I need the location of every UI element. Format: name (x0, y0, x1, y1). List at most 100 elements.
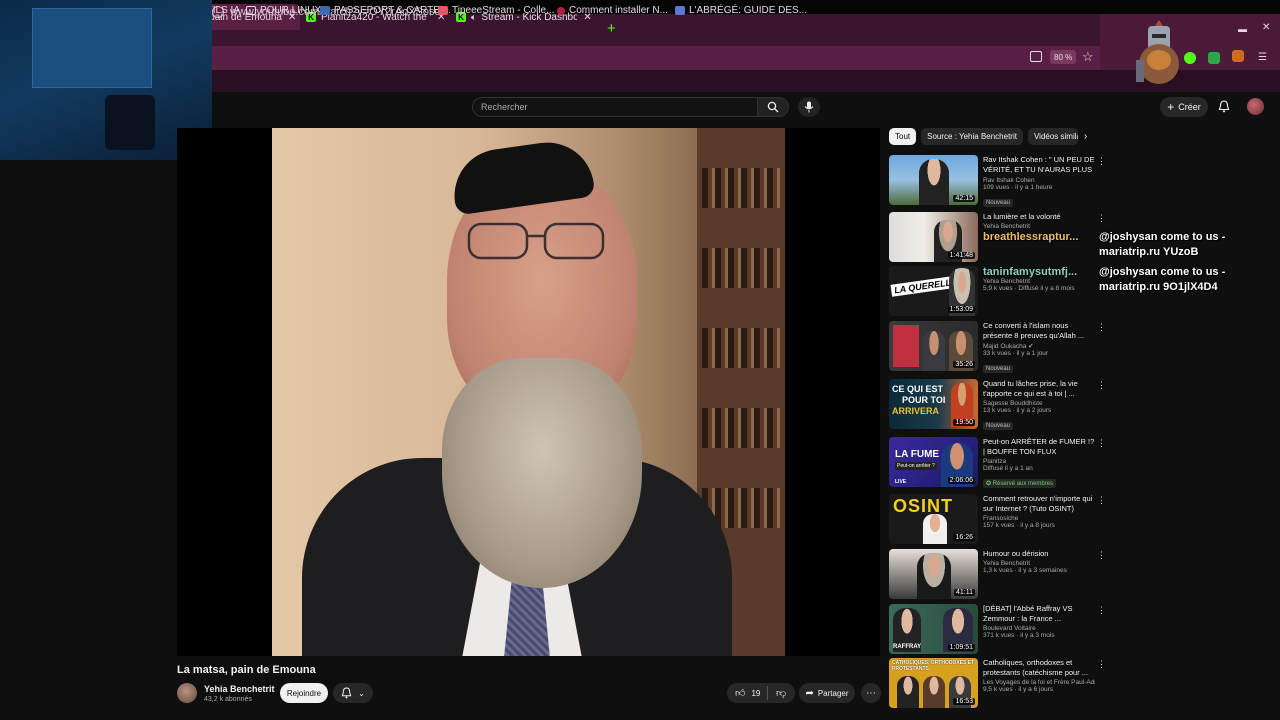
bookmark-passeport[interactable]: PASSEPORT & CARTE ... (320, 5, 451, 16)
thumb-line: POUR TOI (902, 395, 946, 405)
recommendation-item[interactable]: CATHOLIQUES, ORTHODOXES ET PROTESTANTS 1… (889, 658, 1106, 710)
rec-title[interactable]: Quand tu lâches prise, la vie t'apporte … (983, 379, 1095, 399)
video-thumbnail[interactable]: CE QUI EST POUR TOI ARRIVERA 19:50 (889, 379, 978, 429)
search-button[interactable] (757, 97, 789, 117)
join-button[interactable]: Rejoindre (280, 683, 328, 703)
video-thumbnail[interactable]: LA QUERELLE 1:53:09 (889, 266, 978, 316)
account-avatar[interactable] (1247, 98, 1264, 115)
dislike-button[interactable]: 👎︎ (768, 687, 786, 699)
more-vert-icon[interactable]: ⋮ (1097, 550, 1106, 561)
video-thumbnail[interactable]: 42:15 (889, 155, 978, 205)
recommendation-item[interactable]: LA FUME Peut-on arrêter ? LIVE 2:06:06 P… (889, 437, 1106, 489)
more-vert-icon[interactable]: ⋮ (1097, 659, 1106, 670)
rec-channel[interactable]: Fransosiche (983, 515, 1095, 522)
create-button[interactable]: + Créer (1160, 97, 1208, 117)
rec-title[interactable]: Peut-on ARRÊTER de FUMER !? | BOUFFE TON… (983, 437, 1095, 457)
extension-puzzle-icon[interactable] (1208, 52, 1220, 64)
bookmark-label: POUR LINUX (260, 5, 322, 16)
channel-name[interactable]: Yehia Benchetrit (204, 684, 275, 694)
video-thumbnail[interactable]: 35:26 (889, 321, 978, 371)
chip-similar[interactable]: Vidéos simila (1027, 128, 1078, 145)
subscribed-button[interactable]: ⌄ (333, 683, 373, 703)
rec-title[interactable]: La lumière et la volonté (983, 212, 1095, 222)
notifications-button[interactable] (1216, 98, 1232, 114)
recommendation-item[interactable]: 35:26 Ce converti à l'islam nous présent… (889, 321, 1106, 373)
rec-channel[interactable]: Yehia Benchetrit (983, 223, 1095, 230)
more-vert-icon[interactable]: ⋮ (1097, 495, 1106, 506)
bookmark-label: Comment installer N... (569, 5, 668, 16)
rec-meta: 1,3 k vues · il y a 3 semaines (983, 567, 1067, 574)
bookmark-pour-linux[interactable]: POUR LINUX (246, 5, 321, 16)
screenshot-icon[interactable] (1030, 51, 1042, 62)
video-frame[interactable] (272, 128, 785, 656)
video-thumbnail[interactable]: CATHOLIQUES, ORTHODOXES ET PROTESTANTS 1… (889, 658, 978, 708)
rec-channel[interactable]: Sagesse Bouddhiste (983, 400, 1095, 407)
rec-title[interactable]: Rav Itshak Cohen : " UN PEU DE VÉRITÉ, E… (983, 155, 1095, 176)
rec-title[interactable]: Humour ou dérision (983, 549, 1095, 559)
video-thumbnail[interactable]: OSINT 16:26 (889, 494, 978, 544)
extension-orange-icon[interactable] (1232, 50, 1244, 62)
zoom-badge[interactable]: 80 % (1050, 50, 1077, 64)
video-title: La matsa, pain de Emouna (177, 664, 316, 676)
video-thumbnail[interactable]: 41:11 (889, 549, 978, 599)
channel-name: Majid Oukacha (983, 343, 1027, 350)
like-button[interactable]: 👍︎ 19 (727, 687, 767, 699)
webcam-chair (105, 95, 155, 150)
more-vert-icon[interactable]: ⋮ (1097, 605, 1106, 616)
recommendation-item[interactable]: OSINT 16:26 Comment retrouver n'importe … (889, 494, 1106, 546)
rec-meta: 9,5 k vues · il y a 6 jours (983, 686, 1054, 693)
search-input[interactable]: Rechercher (472, 97, 758, 117)
video-player[interactable] (177, 128, 880, 656)
chat-line: mariatrip.ru YUzoB (1099, 246, 1199, 258)
rec-channel[interactable]: Majid Oukacha ✔ (983, 342, 1095, 350)
rec-channel[interactable]: Pianitza (983, 458, 1095, 465)
rec-channel[interactable]: Yehia Benchetrit (983, 560, 1095, 567)
extension-green-icon[interactable] (1184, 52, 1196, 64)
new-badge: Nouveau (983, 365, 1014, 373)
bookmark-tipeee[interactable]: TipeeeStream - Colle... (438, 5, 554, 16)
more-vert-icon[interactable]: ⋮ (1097, 213, 1106, 224)
bookmark-star-icon[interactable]: ☆ (1082, 49, 1094, 65)
voice-search-button[interactable] (798, 97, 820, 117)
rec-title[interactable]: Catholiques, orthodoxes et protestants (… (983, 658, 1095, 678)
members-icon: ✪ (986, 481, 992, 487)
more-vert-icon[interactable]: ⋮ (1097, 380, 1106, 391)
recommendation-item[interactable]: 41:11 Humour ou dérision Yehia Benchetri… (889, 549, 1106, 601)
more-actions-button[interactable]: ⋯ (861, 683, 881, 703)
rec-title[interactable]: Comment retrouver n'importe qui sur Inte… (983, 494, 1095, 514)
rec-channel[interactable]: Les Voyages de la foi et Frère Paul-Adri… (983, 679, 1095, 686)
book-icon (675, 6, 685, 15)
more-vert-icon[interactable]: ⋮ (1097, 156, 1106, 167)
chip-source[interactable]: Source : Yehia Benchetrit (921, 128, 1023, 145)
rec-channel[interactable]: Boulevard Voltaire (983, 625, 1095, 632)
recommendation-item[interactable]: 42:15 Rav Itshak Cohen : " UN PEU DE VÉR… (889, 155, 1106, 207)
menu-icon[interactable]: ☰ (1258, 52, 1272, 64)
video-thumbnail[interactable]: LA FUME Peut-on arrêter ? LIVE 2:06:06 (889, 437, 978, 487)
thumb-person (897, 676, 919, 708)
new-tab-icon[interactable]: + (607, 20, 616, 38)
recommendation-item[interactable]: RAFFRAY 1:09:51 [DÉBAT] l'Abbé Raffray V… (889, 604, 1106, 656)
share-button[interactable]: ➦ Partager (799, 683, 855, 703)
close-window-icon[interactable]: ✕ (1262, 22, 1270, 33)
video-thumbnail[interactable]: 1:41:48 (889, 212, 978, 262)
recommendation-item[interactable]: CE QUI EST POUR TOI ARRIVERA 19:50 Quand… (889, 379, 1106, 431)
bookmark-comment-installer[interactable]: Comment installer N... (557, 5, 668, 16)
more-vert-icon[interactable]: ⋮ (1097, 438, 1106, 449)
rec-channel[interactable]: Yehia Benchetrit (983, 278, 1095, 285)
chip-all[interactable]: Tout (889, 128, 917, 145)
rec-channel[interactable]: Rav Itshak Cohen (983, 177, 1095, 184)
video-thumbnail[interactable]: RAFFRAY 1:09:51 (889, 604, 978, 654)
more-vert-icon[interactable]: ⋮ (1097, 322, 1106, 333)
thumbs-up-icon: 👍︎ (735, 688, 746, 699)
bell-icon (341, 687, 352, 699)
bookmark-abrege[interactable]: L'ABRÉGÉ: GUIDE DES... (675, 5, 807, 16)
rec-meta: 371 k vues · il y a 3 mois (983, 632, 1055, 639)
rec-title[interactable]: Ce converti à l'islam nous présente 8 pr… (983, 321, 1095, 341)
minimize-icon[interactable]: ▬ (1238, 24, 1247, 34)
thumb-subtext: Peut-on arrêter ? (895, 462, 937, 470)
rec-title[interactable]: [DÉBAT] l'Abbé Raffray VS Zemmour : la F… (983, 604, 1095, 624)
chevron-right-icon[interactable]: › (1084, 131, 1087, 142)
channel-avatar[interactable] (177, 683, 197, 703)
thumb-person (917, 553, 951, 599)
video-duration: 16:53 (953, 698, 975, 705)
